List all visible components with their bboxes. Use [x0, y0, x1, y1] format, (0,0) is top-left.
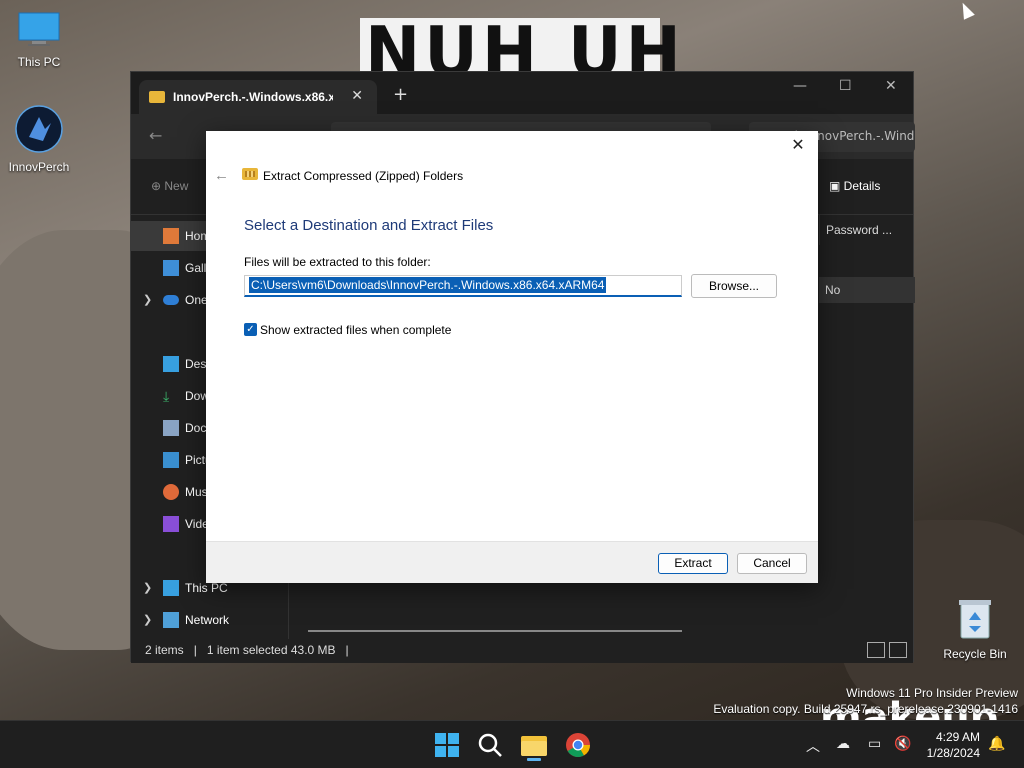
- explorer-titlebar: InnovPerch.-.Windows.x86.x64 ✕ + — ☐ ✕: [131, 72, 913, 114]
- display-icon[interactable]: ▭: [868, 736, 881, 752]
- details-view-icon[interactable]: [867, 642, 885, 658]
- close-icon[interactable]: ✕: [786, 135, 810, 159]
- chevron-right-icon[interactable]: ❯: [143, 613, 152, 626]
- maximize-icon[interactable]: ☐: [839, 78, 852, 94]
- home-icon: [163, 228, 179, 244]
- chevron-up-icon[interactable]: ︿: [806, 736, 820, 756]
- desktop-icon-label: This PC: [17, 55, 61, 69]
- clock[interactable]: 4:29 AM 1/28/2024: [927, 729, 980, 761]
- mouse-cursor-icon: [957, 0, 975, 20]
- destination-path-input[interactable]: C:\Users\vm6\Downloads\InnovPerch.-.Wind…: [244, 275, 682, 297]
- gallery-icon: [163, 260, 179, 276]
- minimize-icon[interactable]: —: [793, 78, 807, 94]
- column-header-password[interactable]: Password ...: [819, 215, 915, 245]
- item-count: 2 items: [145, 643, 184, 657]
- status-divider: |: [345, 643, 349, 657]
- tiles-view-icon[interactable]: [889, 642, 907, 658]
- search-icon[interactable]: [474, 729, 506, 761]
- windows-start-icon[interactable]: [431, 729, 463, 761]
- innovperch-logo-icon: [15, 105, 63, 153]
- pictures-icon: [163, 452, 179, 468]
- back-arrow-icon[interactable]: ←: [214, 167, 229, 184]
- status-bar: 2 items | 1 item selected 43.0 MB |: [131, 639, 913, 663]
- recycle-bin-icon: [959, 600, 991, 639]
- chrome-icon[interactable]: [562, 729, 594, 761]
- cancel-button[interactable]: Cancel: [737, 553, 807, 574]
- explorer-tab-title: InnovPerch.-.Windows.x86.x64: [173, 90, 333, 104]
- desktop-icon-label: InnovPerch: [8, 160, 70, 174]
- browse-button[interactable]: Browse...: [691, 274, 777, 298]
- path-label: Files will be extracted to this folder:: [244, 255, 431, 269]
- dialog-heading: Select a Destination and Extract Files: [244, 217, 494, 234]
- windows-watermark: Windows 11 Pro Insider Preview Evaluatio…: [713, 685, 1018, 717]
- sidebar-item-label: This PC: [185, 581, 228, 595]
- chevron-right-icon[interactable]: ❯: [143, 581, 152, 594]
- table-row[interactable]: No: [819, 277, 915, 303]
- details-button[interactable]: ▣ Details: [829, 179, 880, 193]
- zip-folder-icon: [242, 168, 258, 180]
- dialog-title: Extract Compressed (Zipped) Folders: [263, 169, 464, 183]
- extract-button[interactable]: Extract: [658, 553, 728, 574]
- speaker-muted-icon[interactable]: 🔇: [894, 736, 911, 752]
- close-tab-icon[interactable]: ✕: [351, 88, 363, 104]
- new-button[interactable]: ⊕ New: [151, 179, 188, 193]
- new-tab-icon[interactable]: +: [393, 84, 408, 105]
- monitor-icon: [163, 580, 179, 596]
- onedrive-icon: [163, 295, 179, 305]
- status-divider: |: [193, 643, 197, 657]
- desktop-icon-recycle-bin[interactable]: Recycle Bin: [939, 598, 1011, 661]
- desktop-icon-innovperch[interactable]: InnovPerch: [3, 105, 75, 174]
- monitor-icon: [18, 12, 60, 46]
- close-icon[interactable]: ✕: [885, 78, 897, 94]
- selection-info: 1 item selected 43.0 MB: [206, 643, 336, 657]
- watermark-line-2: Evaluation copy. Build 25947.rs_prerelea…: [713, 702, 1018, 716]
- network-icon: [163, 612, 179, 628]
- file-explorer-icon[interactable]: [518, 729, 550, 761]
- clock-date: 1/28/2024: [926, 746, 980, 760]
- taskbar: ︿ ☁ ▭ 🔇 4:29 AM 1/28/2024 🔔: [0, 720, 1024, 768]
- view-toggle: [867, 642, 907, 658]
- folder-icon: [149, 91, 165, 103]
- show-files-checkbox[interactable]: ✓: [244, 323, 257, 336]
- chevron-right-icon[interactable]: ❯: [143, 293, 152, 306]
- extract-dialog[interactable]: ✕ ← Extract Compressed (Zipped) Folders …: [206, 131, 818, 583]
- watermark-line-1: Windows 11 Pro Insider Preview: [846, 686, 1018, 700]
- document-icon: [163, 420, 179, 436]
- notification-bell-icon[interactable]: 🔔: [988, 736, 1005, 752]
- details-label: Details: [843, 179, 881, 193]
- horizontal-scrollbar[interactable]: [308, 630, 682, 632]
- clock-time: 4:29 AM: [935, 730, 980, 744]
- cloud-off-icon[interactable]: ☁: [836, 736, 850, 752]
- sidebar-item-network[interactable]: ❯ Network: [131, 605, 289, 635]
- back-arrow-icon[interactable]: ←: [149, 126, 162, 145]
- music-icon: [163, 484, 179, 500]
- destination-path-value: C:\Users\vm6\Downloads\InnovPerch.-.Wind…: [249, 277, 607, 293]
- new-label: New: [164, 179, 189, 193]
- sidebar-item-label: Network: [185, 613, 230, 627]
- video-icon: [163, 516, 179, 532]
- desktop-icon: [163, 356, 179, 372]
- explorer-tab[interactable]: InnovPerch.-.Windows.x86.x64 ✕: [139, 80, 377, 114]
- show-files-label[interactable]: Show extracted files when complete: [260, 323, 451, 337]
- download-icon: ⤓: [163, 388, 170, 404]
- desktop-icon-this-pc[interactable]: This PC: [3, 12, 75, 69]
- desktop-icon-label: Recycle Bin: [943, 647, 1007, 661]
- dialog-footer: Extract Cancel: [206, 541, 818, 583]
